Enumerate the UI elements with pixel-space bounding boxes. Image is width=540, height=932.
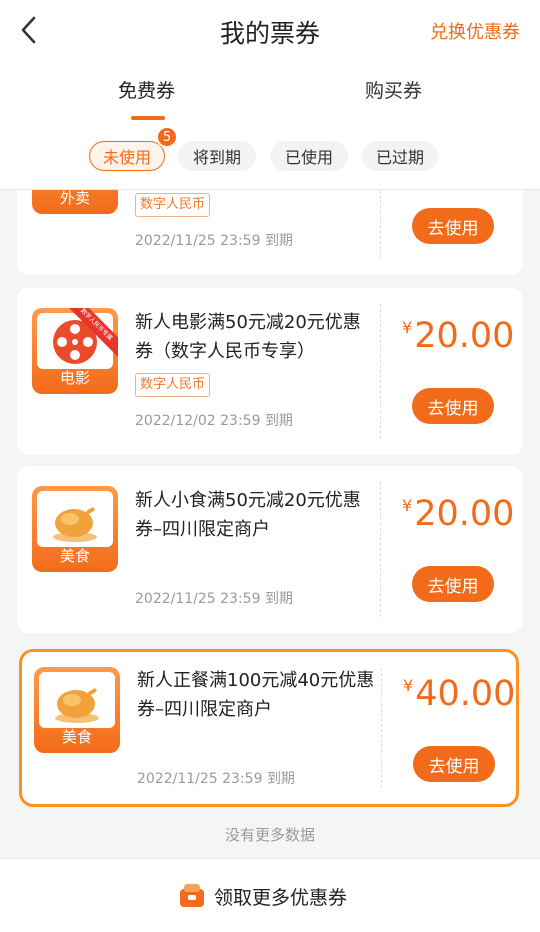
get-more-coupons-button[interactable]: 领取更多优惠券 <box>178 881 347 911</box>
coupon-card-selected: 美食 新人正餐满100元减40元优惠券–四川限定商户 2022/11/25 23… <box>19 649 519 807</box>
coupon-list[interactable]: 外卖 数字人民币 2022/11/25 23:59 到期 去使用 数字人民币专属… <box>0 190 540 858</box>
tab-free-coupons[interactable]: 免费券 <box>118 76 175 103</box>
coupon-title: 新人小食满50元减20元优惠券–四川限定商户 <box>135 490 361 540</box>
coupon-thumbnail: 美食 <box>34 667 120 753</box>
unused-count-badge: 5 <box>156 126 178 148</box>
use-coupon-button[interactable]: 去使用 <box>412 566 494 602</box>
coupon-expiry: 2022/12/02 23:59 到期 <box>135 413 293 429</box>
coupon-category-label: 外卖 <box>59 190 90 207</box>
roast-chicken-icon <box>55 688 99 723</box>
active-tab-indicator <box>131 116 165 120</box>
header: 我的票券 兑换优惠券 免费券 购买券 未使用 5 将到期 已使用 已过期 <box>0 0 540 190</box>
coupon-title: 新人正餐满100元减40元优惠券–四川限定商户 <box>137 670 375 720</box>
coupon-thumbnail: 美食 <box>32 486 118 572</box>
coupon-category-label: 美食 <box>59 547 90 565</box>
filter-used[interactable]: 已使用 <box>270 141 348 171</box>
coupon-amount: ¥20.00 <box>402 494 515 534</box>
bottom-bar: 领取更多优惠券 <box>0 858 540 932</box>
coupon-category-label: 美食 <box>61 728 92 746</box>
use-coupon-button[interactable]: 去使用 <box>413 746 495 782</box>
get-more-coupons-label: 领取更多优惠券 <box>214 886 348 909</box>
roast-chicken-icon <box>53 507 97 542</box>
coupon-title: 新人电影满50元减20元优惠券（数字人民币专享） <box>135 312 361 362</box>
tab-purchased-coupons[interactable]: 购买券 <box>365 76 422 103</box>
coupon-expiry: 2022/11/25 23:59 到期 <box>135 233 293 249</box>
coupon-card: 数字人民币专属 电影 新人电影满50元减20元优惠券（数字人民币专享） 数字人民… <box>17 288 523 455</box>
coupon-bag-icon <box>180 884 204 907</box>
digital-rmb-tag: 数字人民币 <box>135 193 211 217</box>
coupon-card: 外卖 数字人民币 2022/11/25 23:59 到期 去使用 <box>17 190 523 275</box>
digital-rmb-tag: 数字人民币 <box>135 373 211 397</box>
coupon-expiry: 2022/11/25 23:59 到期 <box>135 591 293 607</box>
use-coupon-button[interactable]: 去使用 <box>412 208 494 244</box>
filter-unused[interactable]: 未使用 <box>89 141 165 171</box>
exchange-coupon-link[interactable]: 兑换优惠券 <box>430 18 520 44</box>
coupon-card: 美食 新人小食满50元减20元优惠券–四川限定商户 2022/11/25 23:… <box>17 466 523 633</box>
filter-expiring[interactable]: 将到期 <box>178 141 256 171</box>
filter-expired[interactable]: 已过期 <box>362 141 438 171</box>
use-coupon-button[interactable]: 去使用 <box>412 388 494 424</box>
coupon-expiry: 2022/11/25 23:59 到期 <box>137 771 295 787</box>
coupon-amount: ¥40.00 <box>403 674 516 714</box>
coupon-thumbnail: 数字人民币专属 电影 <box>32 308 118 394</box>
coupon-category-label: 电影 <box>59 369 90 387</box>
coupon-amount: ¥20.00 <box>402 316 515 356</box>
no-more-data-text: 没有更多数据 <box>224 826 315 844</box>
coupon-thumbnail: 外卖 <box>32 190 118 214</box>
